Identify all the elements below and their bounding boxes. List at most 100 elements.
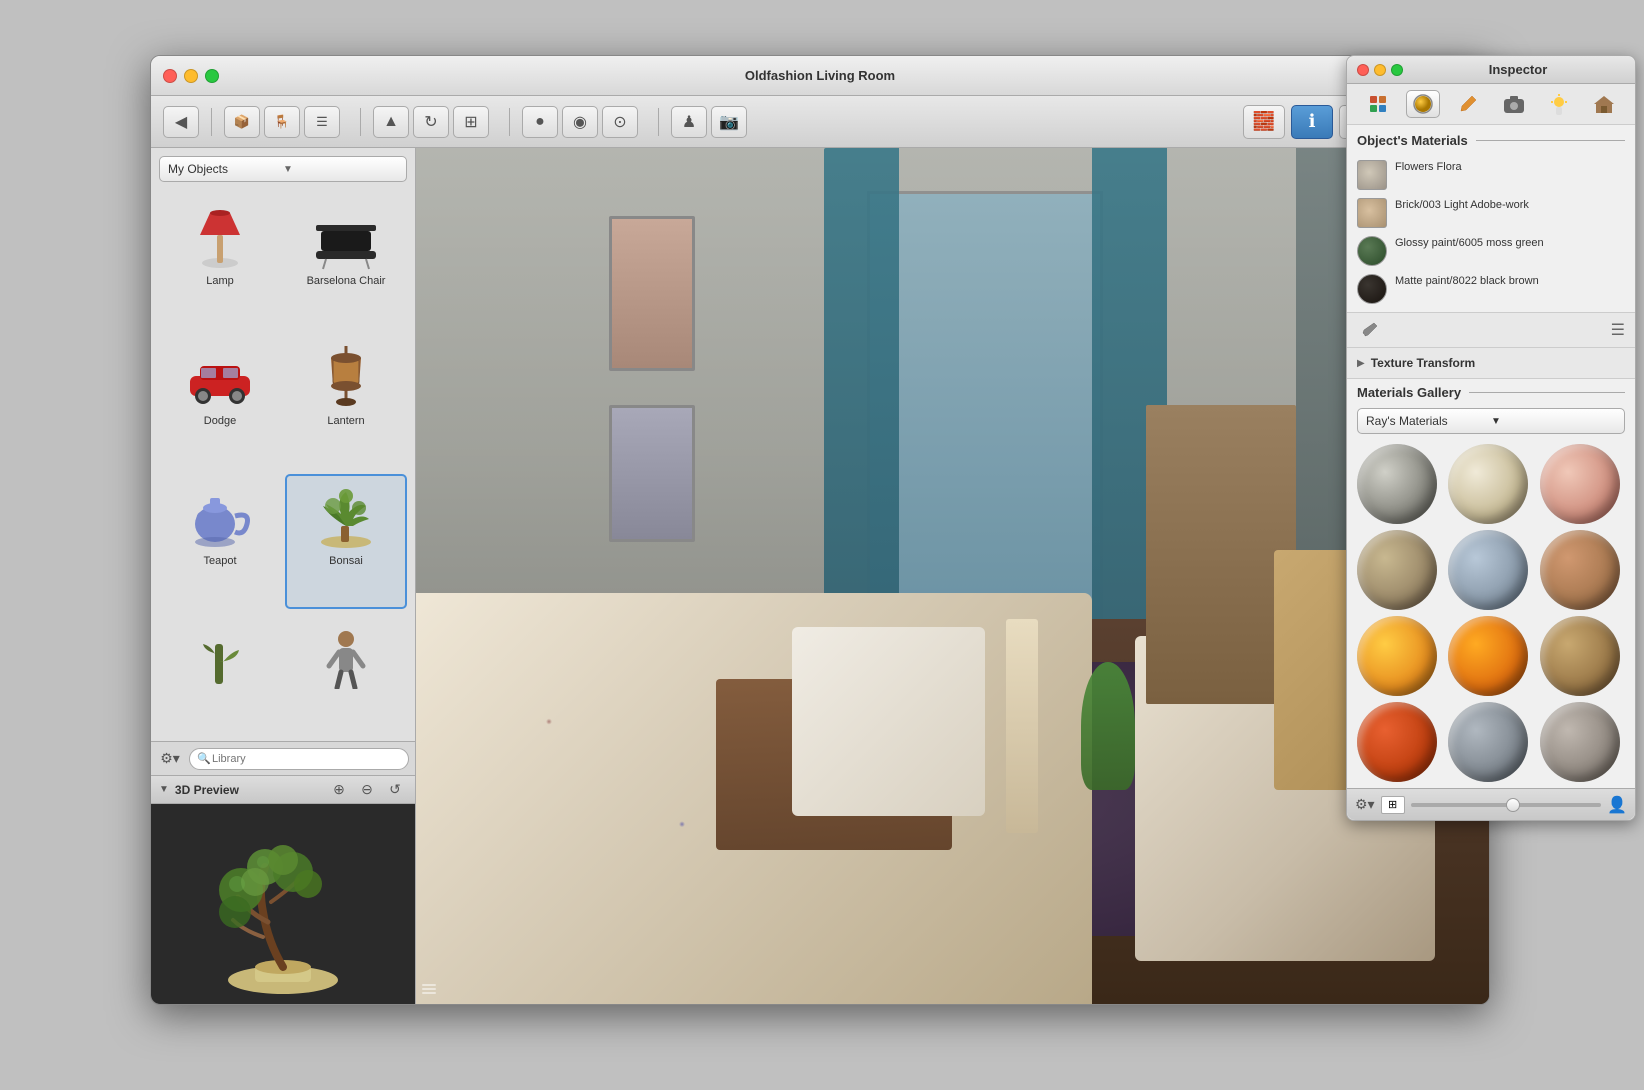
- material-sphere-blue-argyle[interactable]: [1448, 530, 1528, 610]
- material-sphere-gray-floral[interactable]: [1357, 444, 1437, 524]
- tools-row: ☰: [1347, 312, 1635, 348]
- object-item-barselona-chair[interactable]: Barselona Chair: [285, 194, 407, 330]
- tab-camera[interactable]: [1497, 90, 1531, 118]
- tab-sphere[interactable]: [1406, 90, 1440, 118]
- materials-list: Flowers Flora Brick/003 Light Adobe-work…: [1347, 152, 1635, 312]
- info-button[interactable]: ℹ: [1291, 105, 1333, 139]
- inspector-minimize-button[interactable]: [1374, 64, 1386, 76]
- move-tool-button[interactable]: ⊞: [453, 106, 489, 138]
- section-divider-1: [1476, 140, 1625, 141]
- back-button[interactable]: ◀: [163, 106, 199, 138]
- camera-tool-button[interactable]: 📷: [711, 106, 747, 138]
- toolbar: ◀ 📦 🪑 ☰ ▲ ↻ ⊞ ● ◉ ⊙ ♟ 📷 🧱 ℹ ⊞ 🏛 🏠: [151, 96, 1489, 148]
- object-item-dodge[interactable]: Dodge: [159, 334, 281, 470]
- material-sphere-orange-3[interactable]: [1357, 702, 1437, 782]
- viewport[interactable]: [416, 148, 1489, 1004]
- window-frame: [867, 191, 1103, 662]
- settings-icon: ⚙▾: [160, 750, 180, 767]
- dodge-label: Dodge: [204, 415, 236, 427]
- material-item-flowers-flora[interactable]: Flowers Flora: [1347, 156, 1635, 194]
- inspector-maximize-button[interactable]: [1391, 64, 1403, 76]
- select-tool-button[interactable]: ▲: [373, 106, 409, 138]
- material-sphere-brown-pattern[interactable]: [1357, 530, 1437, 610]
- objects-tool-button[interactable]: 📦: [224, 106, 260, 138]
- gallery-title-hr: [1469, 392, 1625, 393]
- object-item-teapot[interactable]: Teapot: [159, 474, 281, 610]
- picture-frame-1: [609, 216, 695, 370]
- object-item-lamp[interactable]: Lamp: [159, 194, 281, 330]
- texture-transform-section[interactable]: ▶ Texture Transform: [1347, 348, 1635, 379]
- tab-house[interactable]: [1587, 90, 1621, 118]
- main-window: Oldfashion Living Room ⤢ ◀ 📦 🪑 ☰ ▲ ↻ ⊞ ●…: [150, 55, 1490, 1005]
- object-item-lantern[interactable]: Lantern: [285, 334, 407, 470]
- action-tools: ▲ ↻ ⊞: [373, 106, 489, 138]
- preview-controls: ⊕ ⊖ ↺: [327, 780, 407, 800]
- material-sphere-rust-texture[interactable]: [1540, 530, 1620, 610]
- gallery-dropdown-arrow-icon: ▼: [1491, 416, 1616, 427]
- rotate-tool-button[interactable]: ↻: [413, 106, 449, 138]
- material-sphere-cream-floral[interactable]: [1448, 444, 1528, 524]
- materials-gallery-grid: [1347, 438, 1635, 788]
- objects-dropdown[interactable]: My Objects ▼: [159, 156, 407, 182]
- tab-edit[interactable]: [1451, 90, 1485, 118]
- material-sphere-orange-1[interactable]: [1357, 616, 1437, 696]
- object-item-cactus[interactable]: [159, 613, 281, 737]
- title-bar: Oldfashion Living Room ⤢: [151, 56, 1489, 96]
- material-sphere-blue-gray[interactable]: [1448, 702, 1528, 782]
- main-content: My Objects ▼ Lamp: [151, 148, 1489, 1004]
- preview-title: 3D Preview: [175, 783, 239, 797]
- search-input[interactable]: [189, 748, 409, 770]
- inspector-window-controls: [1357, 64, 1403, 76]
- material-sphere-gray-brown[interactable]: [1540, 702, 1620, 782]
- left-panel: My Objects ▼ Lamp: [151, 148, 416, 1004]
- render-tool-1[interactable]: ●: [522, 106, 558, 138]
- maximize-button[interactable]: [205, 69, 219, 83]
- gallery-user-button[interactable]: 👤: [1607, 795, 1627, 815]
- texture-transform-label: Texture Transform: [1371, 356, 1475, 370]
- mode-tools: 📦 🪑 ☰: [224, 106, 340, 138]
- walk-tool-button[interactable]: ♟: [671, 106, 707, 138]
- material-item-glossy-paint[interactable]: Glossy paint/6005 moss green: [1347, 232, 1635, 270]
- material-tool-button[interactable]: 🪑: [264, 106, 300, 138]
- zoom-out-button[interactable]: ⊖: [355, 780, 379, 800]
- viewport-resize-handle[interactable]: [422, 984, 436, 998]
- material-item-matte-paint[interactable]: Matte paint/8022 black brown: [1347, 270, 1635, 308]
- render-tool-2[interactable]: ◉: [562, 106, 598, 138]
- material-sphere-wood-1[interactable]: [1540, 616, 1620, 696]
- object-item-human[interactable]: [285, 613, 407, 737]
- minimize-button[interactable]: [184, 69, 198, 83]
- gallery-size-slider[interactable]: [1411, 803, 1602, 807]
- tab-light[interactable]: [1542, 90, 1576, 118]
- back-armchair: [792, 627, 985, 815]
- texture-transform-triangle-icon: ▶: [1357, 358, 1365, 369]
- zoom-in-button[interactable]: ⊕: [327, 780, 351, 800]
- material-item-brick[interactable]: Brick/003 Light Adobe-work: [1347, 194, 1635, 232]
- close-button[interactable]: [163, 69, 177, 83]
- teapot-label: Teapot: [203, 555, 236, 567]
- gallery-header: Materials Gallery: [1347, 379, 1635, 404]
- gallery-import-button[interactable]: ⊞: [1381, 796, 1405, 814]
- gallery-dropdown[interactable]: Ray's Materials ▼: [1357, 408, 1625, 434]
- object-item-bonsai[interactable]: Bonsai: [285, 474, 407, 610]
- settings-button[interactable]: ⚙▾: [157, 748, 183, 770]
- gallery-bottom-toolbar: ⚙▾ ⊞ 👤: [1347, 788, 1635, 820]
- eyedropper-tool[interactable]: [1357, 319, 1383, 341]
- tools-menu-button[interactable]: ☰: [1611, 320, 1625, 340]
- window-title: Oldfashion Living Room: [745, 68, 895, 83]
- refresh-button[interactable]: ↺: [383, 780, 407, 800]
- toolbar-separator-4: [658, 108, 659, 136]
- list-tool-button[interactable]: ☰: [304, 106, 340, 138]
- gallery-title: Materials Gallery: [1357, 385, 1461, 400]
- bonsai-label: Bonsai: [329, 555, 363, 567]
- window-controls: [163, 69, 219, 83]
- material-sphere-orange-2[interactable]: [1448, 616, 1528, 696]
- library-button[interactable]: 🧱: [1243, 105, 1285, 139]
- tab-objects[interactable]: [1361, 90, 1395, 118]
- gallery-settings-button[interactable]: ⚙▾: [1355, 796, 1375, 813]
- gallery-slider-thumb[interactable]: [1506, 798, 1520, 812]
- material-sphere-red-floral[interactable]: [1540, 444, 1620, 524]
- inspector-close-button[interactable]: [1357, 64, 1369, 76]
- render-tool-3[interactable]: ⊙: [602, 106, 638, 138]
- gallery-dropdown-label: Ray's Materials: [1366, 414, 1491, 428]
- preview-triangle-icon: ▼: [159, 784, 169, 795]
